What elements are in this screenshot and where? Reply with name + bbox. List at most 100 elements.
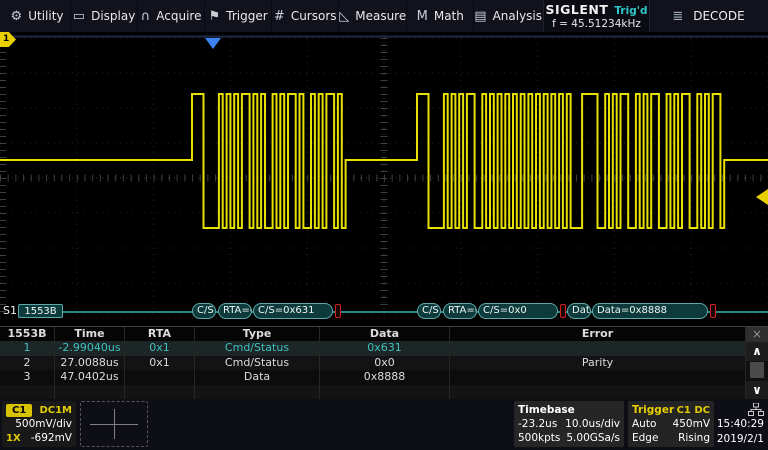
decode-list-icon: ≣ (672, 9, 683, 24)
table-cell: Data (195, 370, 320, 385)
decode-bus-layer: S1 1553B C/SRTA=0x1C/S=0x631C/SRTA=0x1C/… (0, 32, 768, 326)
trigger-level: 450mV (673, 418, 710, 430)
decode-bubble: C/S=0x0 (478, 303, 558, 319)
menu-item-acquire[interactable]: ∩ Acquire (137, 0, 204, 32)
display-icon: ▭ (73, 10, 85, 23)
trigger-type: Edge (632, 432, 658, 444)
table-cell (450, 341, 746, 356)
decode-result-table: 1553BTimeRTATypeDataError1-2.99040us0x1C… (0, 326, 768, 399)
probe-icon: ∩ (141, 10, 151, 23)
scroll-thumb[interactable] (750, 362, 764, 378)
chart-doc-icon: ▤ (474, 10, 486, 23)
table-grid: 1553BTimeRTATypeDataError1-2.99040us0x1C… (0, 327, 746, 399)
table-close-button[interactable]: × (746, 327, 768, 342)
table-cell (0, 385, 55, 400)
table-row-empty (0, 385, 746, 400)
trigger-mode: Auto (632, 418, 656, 430)
table-header-row: 1553BTimeRTATypeDataError (0, 327, 746, 341)
menu-item-label: Analysis (493, 9, 542, 23)
channel1-badge: C1 (6, 404, 32, 417)
crosshair-icon (114, 409, 115, 439)
menu-item-label: Acquire (156, 9, 201, 23)
table-cell: Time (55, 327, 125, 341)
table-cell: 47.0402us (55, 370, 125, 385)
math-icon: M (417, 10, 428, 23)
menu-item-measure[interactable]: ◺ Measure (338, 0, 406, 32)
decode-bubble: C/S (192, 303, 216, 319)
table-cell (320, 385, 450, 400)
table-cell (125, 370, 195, 385)
decode-bubble: RTA=0x1 (218, 303, 252, 319)
flag-icon: ⚑ (209, 10, 221, 23)
menu-item-label: Measure (355, 9, 406, 23)
decode-label: DECODE (693, 9, 744, 23)
channel1-panel[interactable]: C1 DC1M 500mV/div 1X -692mV (2, 401, 76, 447)
bottom-status-bar: C1 DC1M 500mV/div 1X -692mV Timebase -23… (0, 399, 768, 450)
menu-item-label: Math (434, 9, 464, 23)
timebase-delay: -23.2us (518, 418, 557, 430)
table-cell: 0x1 (125, 341, 195, 356)
table-cell: 3 (0, 370, 55, 385)
channel1-probe: 1X (6, 433, 21, 444)
menu-bar: ⚙Utility▭Display ∩ Acquire⚑Trigger#Cursors… (0, 0, 768, 32)
table-cell (195, 385, 320, 400)
ruler-icon: ◺ (339, 10, 349, 23)
scroll-down-button[interactable]: ∨ (746, 381, 768, 400)
decode-bubble: C/S=0x631 (253, 303, 333, 319)
table-cell: 0x1 (125, 356, 195, 371)
table-cell (125, 385, 195, 400)
decode-error-mark (560, 304, 566, 318)
channel1-coupling: DC1M (39, 405, 72, 416)
table-cell (450, 385, 746, 400)
trigger-status-badge: Trig'd (614, 5, 647, 17)
table-cell: 2 (0, 356, 55, 371)
table-cell (450, 370, 746, 385)
menu-item-utility[interactable]: ⚙Utility (4, 0, 70, 32)
table-scrollbar: × ∧ ∨ (746, 327, 768, 400)
menu-item-display[interactable]: ▭Display (70, 0, 137, 32)
timebase-points: 500kpts (518, 432, 560, 444)
decode-protocol-badge: 1553B (18, 304, 63, 318)
table-cell: Error (450, 327, 746, 341)
menu-item-cursors[interactable]: #Cursors (271, 0, 338, 32)
trigger-panel[interactable]: Trigger C1 DC Auto 450mV Edge Rising (628, 401, 714, 447)
menu-item-decode[interactable]: ≣ DECODE (649, 0, 768, 32)
table-cell: 0x631 (320, 341, 450, 356)
menu-item-trigger[interactable]: ⚑Trigger (204, 0, 271, 32)
system-time: 15:40:29 (717, 418, 764, 430)
clock-panel: 15:40:29 2019/2/1 (716, 401, 766, 447)
waveform-display: 1 S1 1553B C/SRTA=0x1C/S=0x631C/SRTA=0x1… (0, 32, 768, 326)
brand-status-panel: SIGLENT Trig'd f = 45.51234kHz (543, 0, 650, 32)
table-cell (55, 385, 125, 400)
channel1-scale: 500mV/div (15, 418, 72, 430)
trigger-slope: Rising (678, 432, 710, 444)
decode-bus-id: S1 (3, 304, 17, 317)
empty-channel-slot[interactable] (80, 401, 148, 447)
decode-bubble: RTA=0x1 (443, 303, 477, 319)
timebase-samplerate: 5.00GSa/s (566, 432, 620, 444)
decode-bubble: C/S (417, 303, 441, 319)
table-row[interactable]: 347.0402usData0x8888 (0, 370, 746, 385)
menu-items: ⚙Utility▭Display ∩ Acquire⚑Trigger#Cursors… (4, 0, 542, 32)
table-row[interactable]: 227.0088us0x1Cmd/Status0x0Parity (0, 356, 746, 371)
oscilloscope-screen: ⚙Utility▭Display∩Acquire⚑Trigger#Cursors… (0, 0, 768, 450)
menu-item-analysis[interactable]: ▤ Analysis (473, 0, 542, 32)
trigger-source: C1 DC (677, 405, 710, 416)
decode-error-mark (335, 304, 341, 318)
trigger-frequency-readout: f = 45.51234kHz (552, 18, 641, 30)
table-row[interactable]: 1-2.99040us0x1Cmd/Status0x631 (0, 341, 746, 356)
decode-bubble: Data=0x8888 (592, 303, 708, 319)
menu-item-math[interactable]: M Math (406, 0, 473, 32)
menu-item-label: Cursors (291, 9, 337, 23)
table-cell: 1 (0, 341, 55, 356)
scroll-up-button[interactable]: ∧ (746, 342, 768, 361)
timebase-label: Timebase (518, 404, 575, 416)
decode-bubble: Data (567, 303, 591, 319)
table-cell: 0x0 (320, 356, 450, 371)
table-cell: Cmd/Status (195, 341, 320, 356)
trigger-label: Trigger (632, 404, 674, 416)
table-cell: -2.99040us (55, 341, 125, 356)
timebase-panel[interactable]: Timebase -23.2us 10.0us/div 500kpts 5.00… (514, 401, 624, 447)
network-icon[interactable] (748, 403, 764, 416)
gear-icon: ⚙ (11, 10, 23, 23)
